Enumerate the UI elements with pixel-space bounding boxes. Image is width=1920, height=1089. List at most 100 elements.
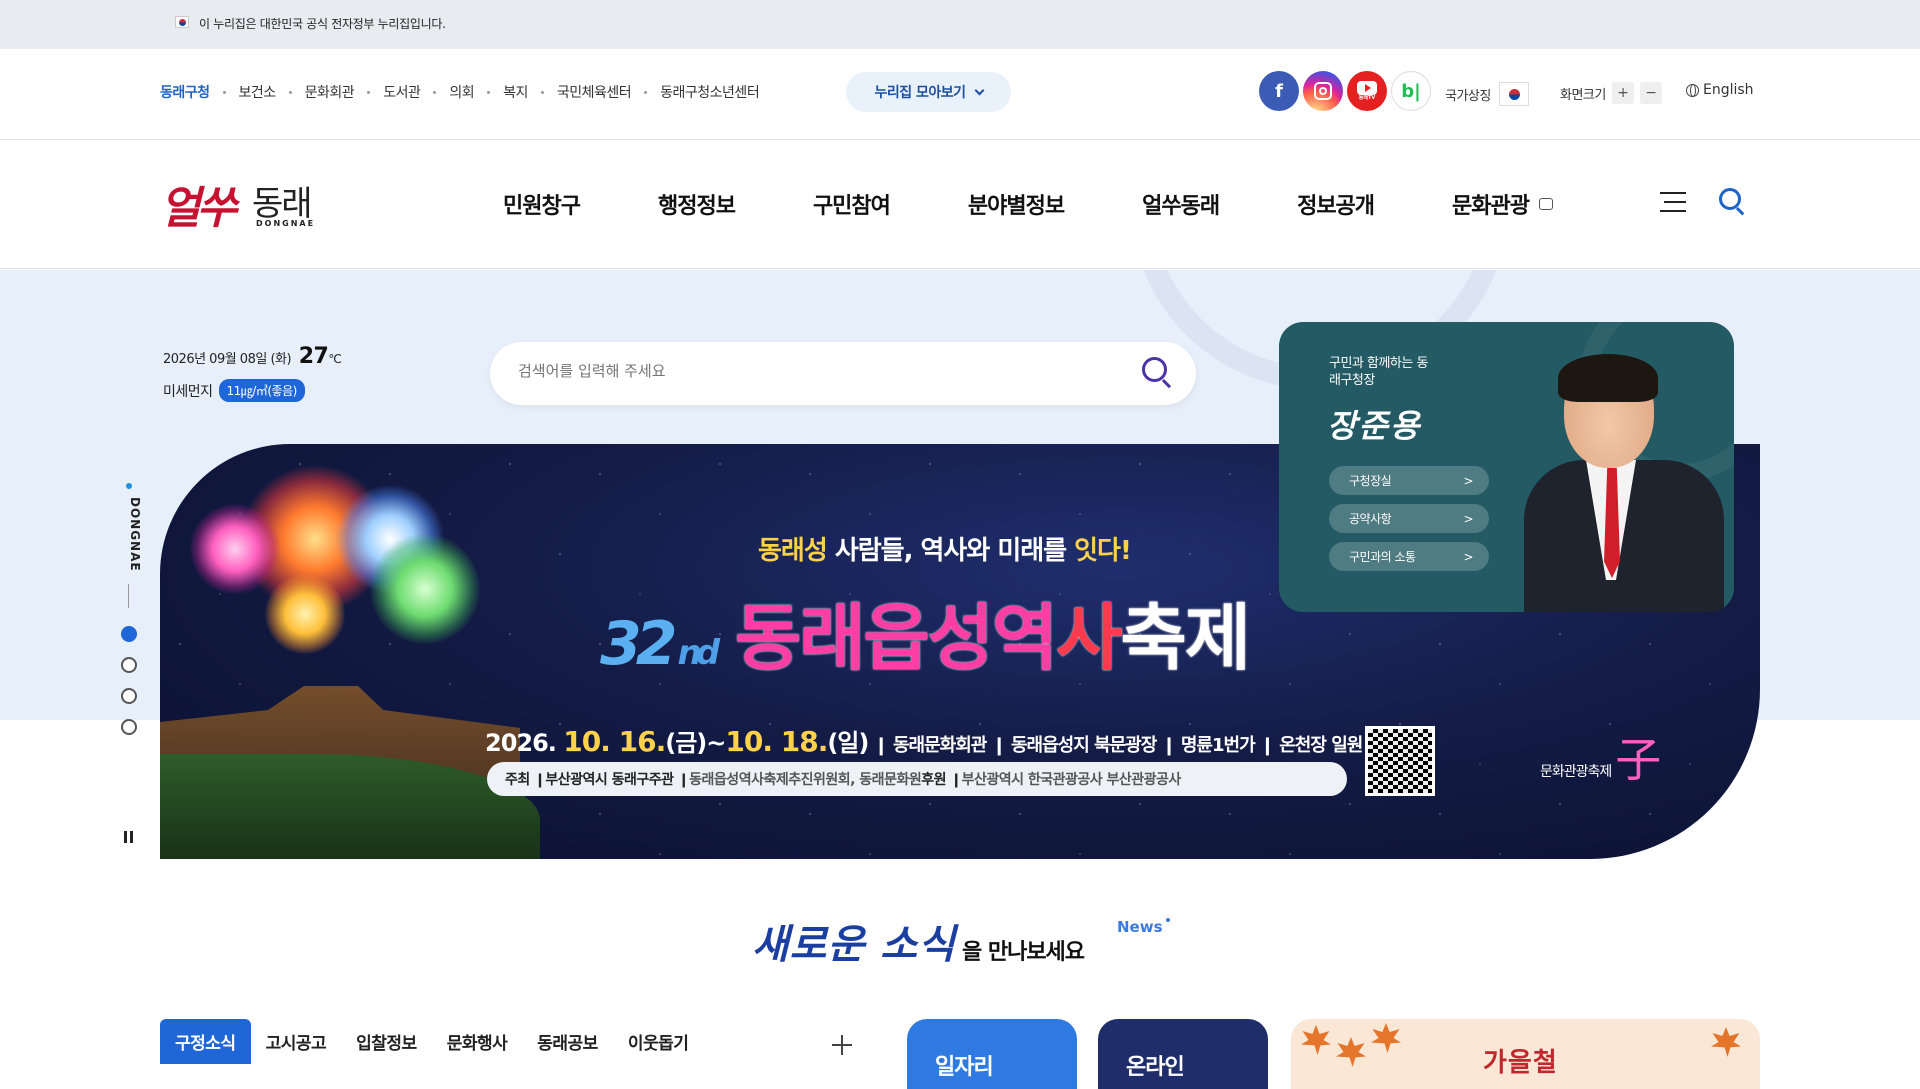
tab-dongnae-bulletin[interactable]: 동래공보 — [522, 1019, 613, 1064]
pause-icon[interactable] — [124, 831, 133, 843]
culture-festival-logo: 문화관광축제子 — [1540, 724, 1661, 790]
mayor-intro: 구민과 함께하는 동래구청장 — [1329, 356, 1428, 388]
pager-dot-1[interactable] — [121, 626, 137, 642]
zoom-out-button[interactable]: − — [1639, 82, 1662, 104]
menu-field-info[interactable]: 분야별정보 — [968, 188, 1065, 220]
pager-divider — [128, 584, 129, 608]
zoom-label: 화면크기 — [1560, 87, 1606, 103]
fest-logo-mark: 子 — [1615, 733, 1661, 787]
autumn-banner[interactable]: 가을철 — [1291, 1019, 1760, 1089]
organizer-value: 동래읍성역사축제추진위원회, 동래문화원 — [689, 772, 922, 788]
festival-start: 10. 16. — [563, 725, 666, 758]
indicator-dot — [126, 483, 132, 489]
leaf-icon — [1301, 1025, 1331, 1055]
banner-subtitle-part: 잇다! — [1074, 536, 1132, 566]
autumn-banner-title: 가을철 — [1483, 1048, 1558, 1078]
pager-dot-4[interactable] — [121, 719, 137, 735]
separator-dot — [433, 90, 437, 94]
dongnae-logo[interactable]: 얼쑤 동래 DONGNAE — [160, 172, 330, 242]
menu-admin-info[interactable]: 행정정보 — [658, 188, 736, 220]
temperature-unit: ℃ — [328, 352, 342, 366]
english-label: English — [1703, 82, 1754, 98]
firework — [190, 504, 280, 594]
festival-end-day: (일) — [827, 729, 869, 757]
banner-subtitle-part: 사람들, 역사와 미래를 — [826, 536, 1075, 566]
util-link-welfare[interactable]: 복지 — [503, 82, 528, 102]
pager-dot-3[interactable] — [121, 688, 137, 704]
logo-black-text: 동래 — [252, 184, 313, 224]
blog-icon[interactable]: b| — [1391, 71, 1431, 111]
gov-notice-text: 이 누리집은 대한민국 공식 전자정부 누리집입니다. — [199, 17, 446, 31]
instagram-icon[interactable] — [1303, 71, 1343, 111]
util-link-dongnae-gu[interactable]: 동래구청 — [160, 82, 210, 102]
search-icon[interactable] — [1719, 188, 1749, 218]
mayor-photo — [1524, 354, 1724, 612]
news-tag: News — [1117, 918, 1169, 936]
globe-icon — [1686, 83, 1699, 97]
tab-gu-news[interactable]: 구정소식 — [160, 1019, 251, 1064]
mayor-button-label: 공약사항 — [1349, 512, 1392, 526]
mayor-communication-button[interactable]: 구민과의 소통 > — [1329, 542, 1489, 571]
side-label: DONGNAE — [128, 497, 142, 572]
taegukgi-icon — [1498, 82, 1529, 106]
facebook-icon[interactable]: f — [1259, 71, 1299, 111]
util-link-library[interactable]: 도서관 — [383, 82, 421, 102]
util-link-council[interactable]: 의회 — [449, 82, 474, 102]
sponsor-label: 후원 ❙ — [921, 772, 962, 788]
logo-red-text: 얼쑤 — [160, 183, 237, 234]
gov-notice-bar: 이 누리집은 대한민국 공식 전자정부 누리집입니다. — [0, 0, 1920, 49]
all-menu-icon[interactable] — [1660, 192, 1686, 212]
main-search-input[interactable] — [518, 362, 1078, 380]
edition-number: 32nd — [600, 609, 720, 679]
site-collection-button[interactable]: 누리집 모아보기 — [846, 72, 1011, 112]
news-title-big: 새로운 소식 — [752, 921, 956, 968]
util-link-youth-center[interactable]: 동래구청소년센터 — [660, 82, 760, 102]
banner-subtitle: 동래성 사람들, 역사와 미래를 잇다! — [758, 530, 1132, 567]
menu-eolssu-dongnae[interactable]: 얼쑤동래 — [1142, 188, 1220, 220]
national-symbol-link[interactable]: 국가상징 — [1445, 82, 1529, 106]
festival-title-part: 축제 — [1120, 595, 1250, 680]
national-symbol-label: 국가상징 — [1445, 88, 1491, 104]
menu-info-disclosure[interactable]: 정보공개 — [1297, 188, 1375, 220]
menu-participation[interactable]: 구민참여 — [813, 188, 891, 220]
news-section-title: 새로운 소식 을 만나보세요 News — [752, 912, 1169, 970]
menu-culture-tourism[interactable]: 문화관광 — [1452, 188, 1554, 220]
menu-civil-service[interactable]: 민원창구 — [503, 188, 581, 220]
pager-dot-2[interactable] — [121, 657, 137, 673]
job-card[interactable]: 일자리 — [907, 1019, 1077, 1089]
gnb-menu: 민원창구 행정정보 구민참여 분야별정보 얼쑤동래 정보공개 문화관광 — [503, 188, 1554, 220]
zoom-in-button[interactable]: + — [1611, 82, 1634, 104]
online-card[interactable]: 온라인 — [1098, 1019, 1268, 1089]
chevron-right-icon: > — [1463, 511, 1473, 526]
banner-subtitle-part: 동래성 — [758, 536, 828, 566]
tab-neighbor-help[interactable]: 이웃돕기 — [613, 1019, 704, 1064]
util-link-health-center[interactable]: 보건소 — [239, 82, 277, 102]
tab-notice[interactable]: 고시공고 — [251, 1019, 342, 1064]
search-submit-icon[interactable] — [1142, 357, 1174, 389]
util-link-culture-hall[interactable]: 문화회관 — [305, 82, 355, 102]
youtube-icon[interactable]: 동래TV — [1347, 71, 1387, 111]
chevron-down-icon — [974, 85, 984, 95]
firework — [370, 534, 480, 644]
mayor-button-label: 구청장실 — [1349, 474, 1392, 488]
mayor-pledge-button[interactable]: 공약사항 > — [1329, 504, 1489, 533]
external-link-icon — [1539, 198, 1554, 210]
festival-start-day: (금) — [665, 729, 707, 757]
mayor-office-button[interactable]: 구청장실 > — [1329, 466, 1489, 495]
host-label: 주최 ❙ — [505, 772, 546, 788]
screen-zoom-control: 화면크기 + − — [1560, 82, 1662, 104]
chevron-right-icon: > — [1463, 473, 1473, 488]
util-link-sports-center[interactable]: 국민체육센터 — [557, 82, 632, 102]
festival-hosts: 주최 ❙ 부산광역시 동래구 주관 ❙ 동래읍성역사축제추진위원회, 동래문화원… — [487, 762, 1347, 796]
festival-year: 2026. — [485, 729, 557, 757]
more-plus-icon[interactable] — [832, 1035, 852, 1055]
tab-culture-events[interactable]: 문화행사 — [432, 1019, 523, 1064]
festival-places: ❙ 동래문화회관 ❙ 동래읍성지 북문광장 ❙ 명륜1번가 ❙ 온천장 일원 — [868, 735, 1364, 756]
news-tabs: 구정소식 고시공고 입찰정보 문화행사 동래공보 이웃돕기 — [160, 1019, 703, 1064]
english-link[interactable]: English — [1686, 82, 1754, 98]
leaf-icon — [1371, 1023, 1401, 1053]
edition-value: 32 — [600, 609, 677, 679]
separator-dot — [367, 90, 371, 94]
tab-bid-info[interactable]: 입찰정보 — [341, 1019, 432, 1064]
mayor-card: 구민과 함께하는 동래구청장 장준용 구청장실 > 공약사항 > 구민과의 소통 > — [1279, 322, 1734, 612]
